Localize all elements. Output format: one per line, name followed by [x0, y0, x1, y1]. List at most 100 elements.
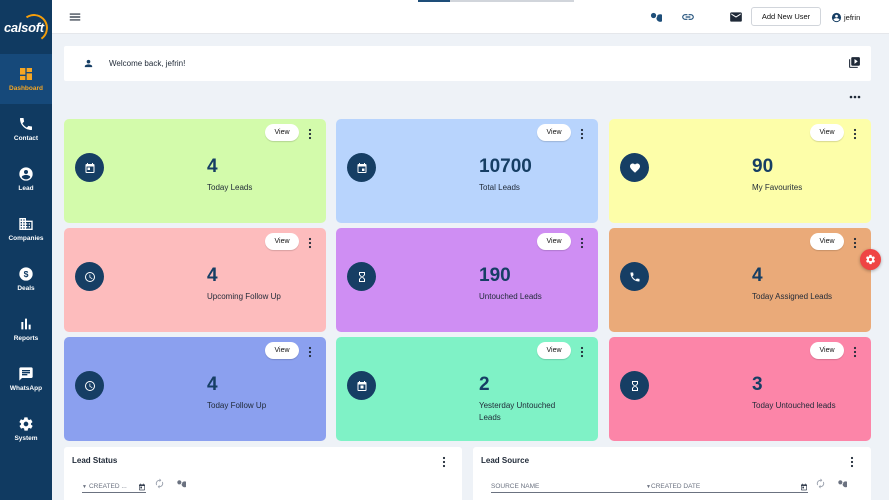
stat-label: Today Leads	[207, 183, 253, 192]
more-vertical-icon[interactable]	[852, 346, 858, 358]
calendar-icon[interactable]	[138, 483, 146, 491]
stat-label: Untouched Leads	[479, 292, 542, 301]
welcome-text: Welcome back, jefrin!	[109, 59, 186, 68]
sidebar-item-whatsapp[interactable]: WhatsApp	[0, 354, 52, 404]
stat-value: 4	[207, 156, 218, 177]
phone-icon	[20, 118, 32, 130]
sidebar-item-dashboard[interactable]: Dashboard	[0, 54, 52, 104]
created-date-field[interactable]: ▼ CREATED ...	[82, 481, 146, 493]
field-value: CREATED ...	[88, 483, 127, 490]
lead-source-panel: Lead Source SOURCE NAME ▼ CREATED DATE	[473, 447, 871, 500]
user-menu[interactable]: jefrin	[831, 10, 860, 24]
dollar-icon: $	[19, 267, 33, 281]
mail-icon[interactable]	[729, 10, 743, 24]
view-button[interactable]: View	[265, 233, 299, 250]
video-library-icon[interactable]	[848, 56, 861, 69]
link-icon[interactable]	[681, 10, 695, 24]
stat-card-upcoming-follow-up: 4 Upcoming Follow Up View	[64, 228, 326, 332]
view-button[interactable]: View	[537, 233, 571, 250]
view-button[interactable]: View	[537, 342, 571, 359]
more-vertical-icon[interactable]	[307, 346, 313, 358]
more-vertical-icon[interactable]	[849, 456, 855, 468]
stat-value: 4	[207, 265, 218, 286]
stat-value: 10700	[479, 156, 532, 177]
sidebar-item-label: Dashboard	[9, 85, 43, 92]
view-button[interactable]: View	[810, 342, 844, 359]
stat-label: Today Follow Up	[207, 401, 267, 410]
field-value: SOURCE NAME	[491, 483, 540, 490]
search-icon[interactable]	[648, 10, 662, 24]
more-vertical-icon[interactable]	[579, 237, 585, 249]
stat-card-today-untouched-leads: 3 Today Untouched leads View	[609, 337, 871, 441]
gear-icon	[865, 254, 876, 265]
search-icon[interactable]	[175, 478, 186, 489]
more-horizontal-icon[interactable]	[848, 92, 862, 102]
stat-label: My Favourites	[752, 183, 803, 192]
stat-card-today-follow-up: 4 Today Follow Up View	[64, 337, 326, 441]
stat-card-untouched-leads: 190 Untouched Leads View	[336, 228, 598, 332]
refresh-icon[interactable]	[154, 478, 165, 489]
stat-label: Yesterday Untouched Leads	[479, 401, 556, 422]
stat-card-my-favourites: 90 My Favourites View	[609, 119, 871, 223]
sidebar-item-deals[interactable]: $ Deals	[0, 254, 52, 304]
sidebar-item-system[interactable]: System	[0, 404, 52, 454]
sidebar-item-contact[interactable]: Contact	[0, 104, 52, 154]
calendar-icon[interactable]	[800, 483, 808, 491]
more-vertical-icon[interactable]	[441, 456, 447, 468]
view-button[interactable]: View	[537, 124, 571, 141]
account-icon	[831, 12, 842, 22]
chat-icon	[19, 367, 33, 381]
more-vertical-icon[interactable]	[579, 128, 585, 140]
calendar-icon[interactable]	[75, 153, 104, 182]
page-scrollbar[interactable]	[884, 34, 889, 500]
phone-icon[interactable]	[620, 262, 649, 291]
view-button[interactable]: View	[265, 124, 299, 141]
more-vertical-icon[interactable]	[307, 237, 313, 249]
panel-title: Lead Source	[481, 456, 530, 465]
view-button[interactable]: View	[265, 342, 299, 359]
dashboard-icon	[20, 68, 32, 80]
sidebar-item-reports[interactable]: Reports	[0, 304, 52, 354]
hourglass-icon[interactable]	[347, 262, 376, 291]
sidebar: calsoft Dashboard Contact Lead Companies…	[0, 0, 52, 500]
sidebar-item-label: Deals	[17, 285, 35, 292]
logo-text: calsoft	[4, 20, 44, 35]
user-name: jefrin	[844, 12, 861, 22]
view-button[interactable]: View	[810, 233, 844, 250]
sidebar-item-label: Contact	[13, 135, 39, 142]
stat-value: 4	[752, 265, 763, 286]
more-vertical-icon[interactable]	[579, 346, 585, 358]
top-header: Add New User jefrin	[52, 0, 889, 34]
calsoft-logo[interactable]: calsoft	[0, 6, 52, 50]
welcome-banner: Welcome back, jefrin!	[64, 46, 871, 81]
panel-title: Lead Status	[72, 456, 118, 465]
stat-card-yesterday-untouched-leads: 2 Yesterday Untouched Leads View	[336, 337, 598, 441]
clock-icon[interactable]	[75, 371, 104, 400]
clock-icon[interactable]	[75, 262, 104, 291]
heart-icon[interactable]	[620, 153, 649, 182]
sidebar-item-label: Companies	[8, 235, 44, 242]
created-date-field[interactable]: CREATED DATE	[650, 481, 808, 493]
refresh-icon[interactable]	[815, 478, 826, 489]
more-vertical-icon[interactable]	[307, 128, 313, 140]
stat-label: Upcoming Follow Up	[207, 292, 281, 301]
more-vertical-icon[interactable]	[852, 237, 858, 249]
view-button[interactable]: View	[810, 124, 844, 141]
stat-value: 4	[207, 374, 218, 395]
sidebar-item-companies[interactable]: Companies	[0, 204, 52, 254]
calendar-icon[interactable]	[347, 153, 376, 182]
more-vertical-icon[interactable]	[852, 128, 858, 140]
stat-value: 90	[752, 156, 774, 177]
settings-fab[interactable]	[860, 249, 881, 270]
hourglass-icon[interactable]	[620, 371, 649, 400]
source-name-select[interactable]: SOURCE NAME ▼	[491, 481, 651, 493]
add-new-user-button[interactable]: Add New User	[751, 7, 821, 26]
stat-value: 190	[479, 265, 511, 286]
stat-value: 3	[752, 374, 763, 395]
hamburger-menu-icon[interactable]	[68, 10, 82, 24]
calendar-icon[interactable]	[347, 371, 376, 400]
sidebar-item-lead[interactable]: Lead	[0, 154, 52, 204]
stat-value: 2	[479, 374, 490, 395]
stat-label: Today Untouched leads	[752, 401, 836, 410]
search-icon[interactable]	[836, 478, 847, 489]
